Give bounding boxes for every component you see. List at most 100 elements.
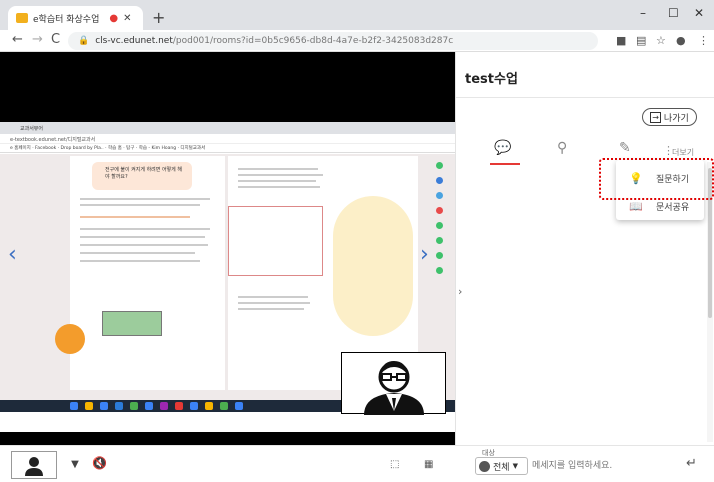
camera-icon[interactable]: ■ — [616, 34, 626, 47]
annotation-highlight-box — [599, 158, 714, 200]
group-icon — [479, 460, 490, 472]
tool-dot[interactable] — [436, 267, 443, 274]
text-line — [238, 302, 310, 304]
reload-icon[interactable]: C — [51, 32, 60, 47]
battery-image — [102, 311, 162, 336]
send-button[interactable]: ↵ — [686, 456, 697, 471]
new-tab-button[interactable]: + — [152, 8, 165, 27]
tool-dot[interactable] — [436, 252, 443, 259]
taskbar-app-icon — [115, 402, 123, 410]
person-icon: ⚲ — [557, 140, 568, 156]
taskbar-app-icon — [130, 402, 138, 410]
video-options-dropdown-icon[interactable]: ▼ — [66, 456, 84, 474]
text-line — [80, 204, 200, 206]
tab-chat[interactable]: 💬 — [494, 140, 511, 156]
circuit-diagram — [228, 206, 323, 276]
panel-scrollbar[interactable] — [707, 162, 713, 442]
textbook-left-page: 전구에 불이 켜지게 하려면 어떻게 해야 할까요? — [70, 156, 225, 390]
taskbar-app-icon — [160, 402, 168, 410]
textbook-tool-dots — [436, 162, 446, 282]
url-domain: cls-vc.edunet.net — [95, 36, 173, 46]
participant-video-tile — [341, 352, 446, 415]
screen-share-icon[interactable]: ⬚ — [390, 459, 399, 470]
user-avatar-icon — [25, 457, 43, 476]
tab-title: e학습터 화상수업 — [33, 14, 100, 25]
edit-note-icon: ✎ — [619, 140, 631, 156]
class-side-panel: test수업 → 나가기 💬 ⚲ ✎ ⋮ 더보기 💡 질문하기 📖 문서공유 — [455, 52, 714, 445]
my-video-button[interactable] — [11, 451, 57, 479]
chat-bubble-icon: 💬 — [494, 140, 512, 156]
tab-close-icon[interactable]: ✕ — [123, 13, 131, 24]
chat-message-input[interactable] — [532, 456, 677, 476]
panel-collapse-icon[interactable]: › — [458, 285, 462, 298]
taskbar-app-icon — [205, 402, 213, 410]
enter-arrow-icon: ↵ — [686, 456, 697, 471]
browser-titlebar: e학습터 화상수업 ● ✕ + – ☐ ✕ — [0, 0, 714, 30]
tool-dot[interactable] — [436, 222, 443, 229]
screen-icon[interactable]: ▤ — [636, 34, 646, 47]
exit-icon: → — [650, 111, 661, 123]
window-close-button[interactable]: ✕ — [694, 6, 704, 20]
taskbar-app-icon — [145, 402, 153, 410]
more-label[interactable]: 더보기 — [672, 147, 694, 158]
text-line — [80, 260, 200, 262]
next-page-arrow-icon[interactable]: › — [420, 242, 429, 267]
taskbar-app-icon — [100, 402, 108, 410]
panel-divider — [456, 97, 714, 98]
text-line — [238, 174, 323, 176]
shared-browser-tabs: 교과서뷰어 — [0, 122, 455, 134]
taskbar-app-icon — [220, 402, 228, 410]
tool-dot[interactable] — [436, 162, 443, 169]
text-line — [80, 216, 190, 218]
page-heading: 전구에 불이 켜지게 하려면 어떻게 해야 할까요? — [105, 167, 182, 180]
target-select[interactable]: 전체 ▼ — [475, 457, 528, 475]
address-bar[interactable]: 🔒 cls-vc.edunet.net/pod001/rooms?id=0b5c9… — [68, 32, 598, 50]
tab-notes[interactable]: ✎ — [619, 140, 631, 156]
target-value: 전체 — [493, 462, 510, 473]
text-line — [80, 244, 208, 246]
back-arrow-icon[interactable]: ← — [12, 32, 23, 47]
favicon-icon — [16, 13, 28, 23]
shared-browser-url: e-textbook.edunet.net/디지털교과서 — [0, 134, 455, 144]
tool-dot[interactable] — [436, 237, 443, 244]
illustration-glow — [333, 196, 413, 336]
book-icon: 📖 — [629, 200, 643, 213]
layout-icon[interactable]: ▦ — [424, 459, 433, 470]
prev-page-arrow-icon[interactable]: ‹ — [8, 242, 17, 267]
minimize-button[interactable]: – — [640, 6, 646, 20]
leave-button-label: 나가기 — [663, 113, 689, 124]
shared-browser-bookmarks: e 홈페이지 · Facebook · Drop board by Pla.. … — [0, 144, 455, 153]
leave-button[interactable]: → 나가기 — [642, 108, 697, 126]
text-line — [238, 180, 316, 182]
profile-icon[interactable]: ● — [676, 34, 686, 47]
text-line — [238, 308, 304, 310]
browser-tab[interactable]: e학습터 화상수업 ● ✕ — [8, 6, 143, 30]
menu-item-label: 문서공유 — [656, 203, 690, 213]
menu-item-share-doc[interactable]: 📖 문서공유 — [628, 200, 689, 213]
text-line — [80, 236, 205, 238]
star-icon[interactable]: ☆ — [656, 34, 666, 47]
url-path: /pod001/rooms?id=0b5c9656-db8d-4a7e-b2f2… — [172, 36, 454, 46]
text-line — [80, 198, 210, 200]
text-line — [80, 228, 210, 230]
taskbar-app-icon — [85, 402, 93, 410]
tool-dot[interactable] — [436, 192, 443, 199]
browser-navbar: ← → C 🔒 cls-vc.edunet.net/pod001/rooms?id… — [0, 30, 714, 52]
taskbar-app-icon — [175, 402, 183, 410]
tab-participants[interactable]: ⚲ — [557, 140, 567, 156]
room-title: test수업 — [465, 72, 518, 87]
mic-muted-icon[interactable]: 🔇 — [92, 456, 107, 470]
taskbar-app-icon — [70, 402, 78, 410]
text-line — [238, 296, 308, 298]
forward-arrow-icon[interactable]: → — [32, 32, 43, 47]
menu-dots-icon[interactable]: ⋮ — [698, 34, 709, 47]
text-line — [80, 252, 195, 254]
tool-dot[interactable] — [436, 177, 443, 184]
maximize-button[interactable]: ☐ — [668, 6, 679, 20]
taskbar-app-icon — [235, 402, 243, 410]
tool-dot[interactable] — [436, 207, 443, 214]
page-control-widget[interactable] — [55, 324, 85, 354]
teacher-avatar-icon — [364, 361, 424, 415]
video-stage: 교과서뷰어 e-textbook.edunet.net/디지털교과서 e 홈페이… — [0, 52, 455, 445]
lock-icon: 🔒 — [78, 36, 90, 46]
